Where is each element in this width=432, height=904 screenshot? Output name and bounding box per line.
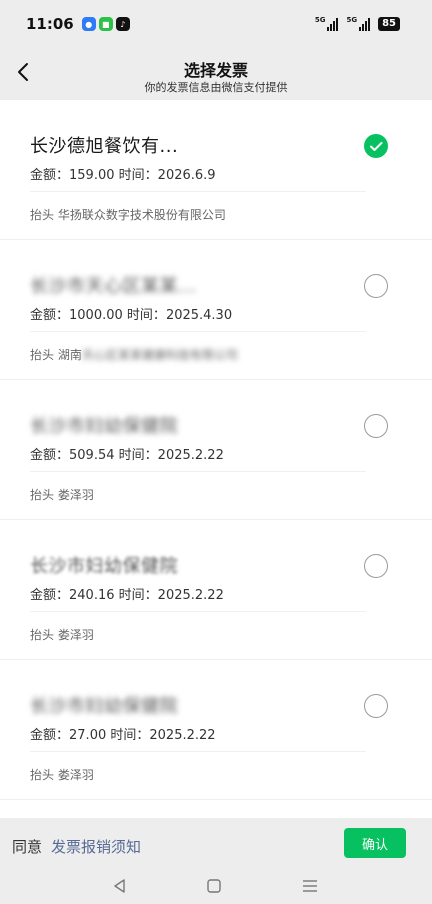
invoice-amount: 159.00 — [69, 168, 115, 183]
radio-unchecked-icon[interactable] — [364, 554, 388, 578]
network-type-label-2: 5G — [346, 16, 358, 24]
invoice-item[interactable]: 长沙德旭餐饮有... 金额：159.00 时间：2026.6.9 抬头 华扬联众… — [0, 100, 432, 240]
invoice-meta: 金额：159.00 时间：2026.6.9 — [30, 164, 216, 183]
invoice-header-name: 娄泽羽 — [57, 628, 94, 642]
invoice-header: 抬头 湖南天心区某某健康科技有限公司 — [30, 346, 238, 363]
invoice-header: 抬头 华扬联众数字技术股份有限公司 — [30, 206, 226, 223]
invoice-header: 抬头 娄泽羽 — [30, 486, 94, 503]
time-label: 时间： — [118, 168, 158, 183]
radio-unchecked-icon[interactable] — [364, 414, 388, 438]
app-notification-icon: ● — [81, 17, 96, 31]
invoice-time: 2025.4.30 — [165, 308, 233, 323]
invoice-time: 2025.2.22 — [149, 728, 216, 743]
system-navigation-bar — [0, 870, 432, 904]
invoice-item[interactable]: 长沙市妇幼保健院 金额：240.16 时间：2025.2.22 抬头 娄泽羽 — [0, 520, 432, 660]
invoice-notice-link[interactable]: 发票报销须知 — [51, 836, 141, 857]
invoice-header: 抬头 娄泽羽 — [30, 626, 94, 643]
divider — [30, 471, 366, 472]
invoice-meta: 金额：27.00 时间：2025.2.22 — [30, 724, 216, 743]
invoice-list: 长沙德旭餐饮有... 金额：159.00 时间：2026.6.9 抬头 华扬联众… — [0, 100, 432, 818]
invoice-seller-name: 长沙德旭餐饮有... — [30, 136, 179, 157]
agree-label: 同意 — [12, 838, 43, 856]
check-icon[interactable] — [364, 134, 388, 158]
action-bar: 同意 发票报销须知 确认 — [0, 818, 432, 870]
time-label: 时间： — [118, 448, 158, 463]
invoice-seller-name: 长沙市妇幼保健院 — [30, 556, 178, 577]
invoice-select-page: 11:06 ● ■ ♪ 5G 5G 85 选择发票 你的发票信息由微信支付提供 … — [0, 0, 432, 904]
header-label: 抬头 — [30, 488, 55, 502]
invoice-seller-name: 长沙市妇幼保健院 — [30, 696, 178, 717]
invoice-meta: 金额：509.54 时间：2025.2.22 — [30, 444, 224, 463]
invoice-time: 2026.6.9 — [157, 168, 216, 183]
header-label: 抬头 — [30, 628, 55, 642]
invoice-time: 2025.2.22 — [157, 448, 224, 463]
nav-bar: 选择发票 你的发票信息由微信支付提供 — [0, 48, 432, 100]
invoice-amount: 1000.00 — [69, 308, 123, 323]
page-title: 选择发票 — [183, 61, 248, 80]
invoice-item[interactable]: 长沙市天心区某某... 金额：1000.00 时间：2025.4.30 抬头 湖… — [0, 240, 432, 380]
time-label: 时间： — [118, 588, 158, 603]
battery-icon: 85 — [378, 17, 400, 31]
time-label: 时间： — [126, 308, 166, 323]
invoice-amount: 509.54 — [69, 448, 115, 463]
invoice-header-name: 娄泽羽 — [57, 768, 94, 782]
status-left: 11:06 ● ■ ♪ — [26, 15, 130, 33]
confirm-button[interactable]: 确认 — [344, 828, 406, 858]
status-right: 5G 5G 85 — [315, 17, 400, 31]
tiktok-notification-icon: ♪ — [115, 17, 130, 31]
notification-icons: ● ■ ♪ — [81, 17, 130, 31]
invoice-seller-name: 长沙市天心区某某... — [30, 276, 197, 297]
invoice-meta: 金额：1000.00 时间：2025.4.30 — [30, 304, 232, 323]
invoice-time: 2025.2.22 — [157, 588, 224, 603]
radio-unchecked-icon[interactable] — [364, 694, 388, 718]
header-label: 抬头 — [30, 208, 55, 222]
invoice-seller-name: 长沙市妇幼保健院 — [30, 416, 178, 437]
network-type-label: 5G — [314, 16, 326, 24]
divider — [30, 191, 366, 192]
radio-unchecked-icon[interactable] — [364, 274, 388, 298]
amount-label: 金额： — [30, 308, 70, 323]
amount-label: 金额： — [30, 728, 70, 743]
divider — [30, 751, 366, 752]
signal-icon-2: 5G — [346, 16, 371, 31]
page-subtitle: 你的发票信息由微信支付提供 — [144, 81, 288, 94]
amount-label: 金额： — [30, 588, 70, 603]
divider — [30, 331, 366, 332]
invoice-item[interactable]: 长沙市妇幼保健院 金额：509.54 时间：2025.2.22 抬头 娄泽羽 — [0, 380, 432, 520]
header-label: 抬头 — [30, 348, 55, 362]
invoice-header-visible: 湖南 — [57, 348, 82, 362]
amount-label: 金额： — [30, 448, 70, 463]
divider — [30, 611, 366, 612]
triangle-back-icon[interactable] — [110, 876, 130, 896]
invoice-header-name: 天心区某某健康科技有限公司 — [81, 348, 238, 362]
message-notification-icon: ■ — [98, 17, 113, 31]
signal-icon: 5G — [315, 17, 339, 31]
time-label: 时间： — [110, 728, 150, 743]
invoice-amount: 27.00 — [69, 728, 107, 743]
invoice-header-name: 娄泽羽 — [57, 488, 94, 502]
amount-label: 金额： — [30, 168, 70, 183]
header-label: 抬头 — [30, 768, 55, 782]
status-time: 11:06 — [26, 15, 74, 33]
status-bar: 11:06 ● ■ ♪ 5G 5G 85 — [0, 0, 432, 48]
three-lines-menu-icon[interactable] — [300, 876, 320, 896]
invoice-item[interactable]: 长沙市妇幼保健院 金额：27.00 时间：2025.2.22 抬头 娄泽羽 — [0, 660, 432, 800]
square-home-icon[interactable] — [204, 876, 224, 896]
invoice-header: 抬头 娄泽羽 — [30, 766, 94, 783]
invoice-meta: 金额：240.16 时间：2025.2.22 — [30, 584, 224, 603]
invoice-header-name: 华扬联众数字技术股份有限公司 — [57, 208, 226, 222]
invoice-amount: 240.16 — [69, 588, 115, 603]
